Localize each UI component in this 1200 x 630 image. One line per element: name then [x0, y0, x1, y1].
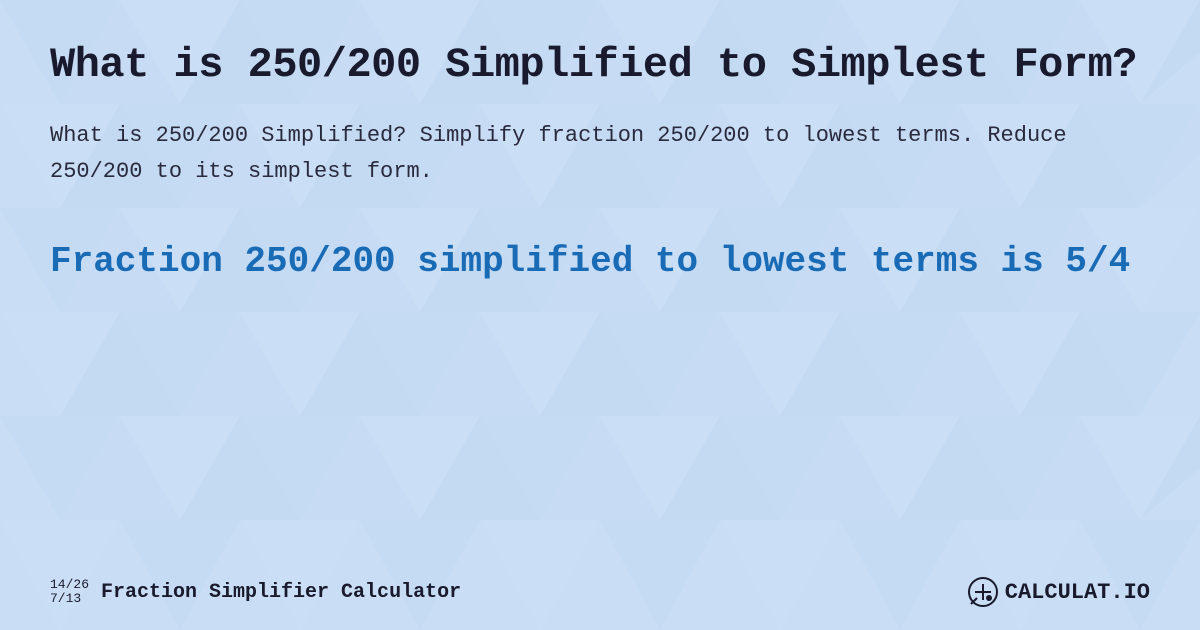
footer: 14/26 7/13 Fraction Simplifier Calculato… [50, 576, 1150, 608]
fraction-display: 14/26 7/13 [50, 578, 89, 607]
fraction-bottom: 7/13 [50, 592, 89, 606]
brand-text: CALCULAT.IO [1005, 580, 1150, 605]
calculator-icon [967, 576, 999, 608]
footer-left: 14/26 7/13 Fraction Simplifier Calculato… [50, 578, 461, 607]
result-section: Fraction 250/200 simplified to lowest te… [50, 239, 1150, 286]
page-title: What is 250/200 Simplified to Simplest F… [50, 40, 1150, 90]
result-text: Fraction 250/200 simplified to lowest te… [50, 239, 1150, 286]
fraction-top: 14/26 [50, 578, 89, 592]
footer-right: CALCULAT.IO [967, 576, 1150, 608]
footer-label: Fraction Simplifier Calculator [101, 581, 461, 604]
description-text: What is 250/200 Simplified? Simplify fra… [50, 118, 1150, 188]
